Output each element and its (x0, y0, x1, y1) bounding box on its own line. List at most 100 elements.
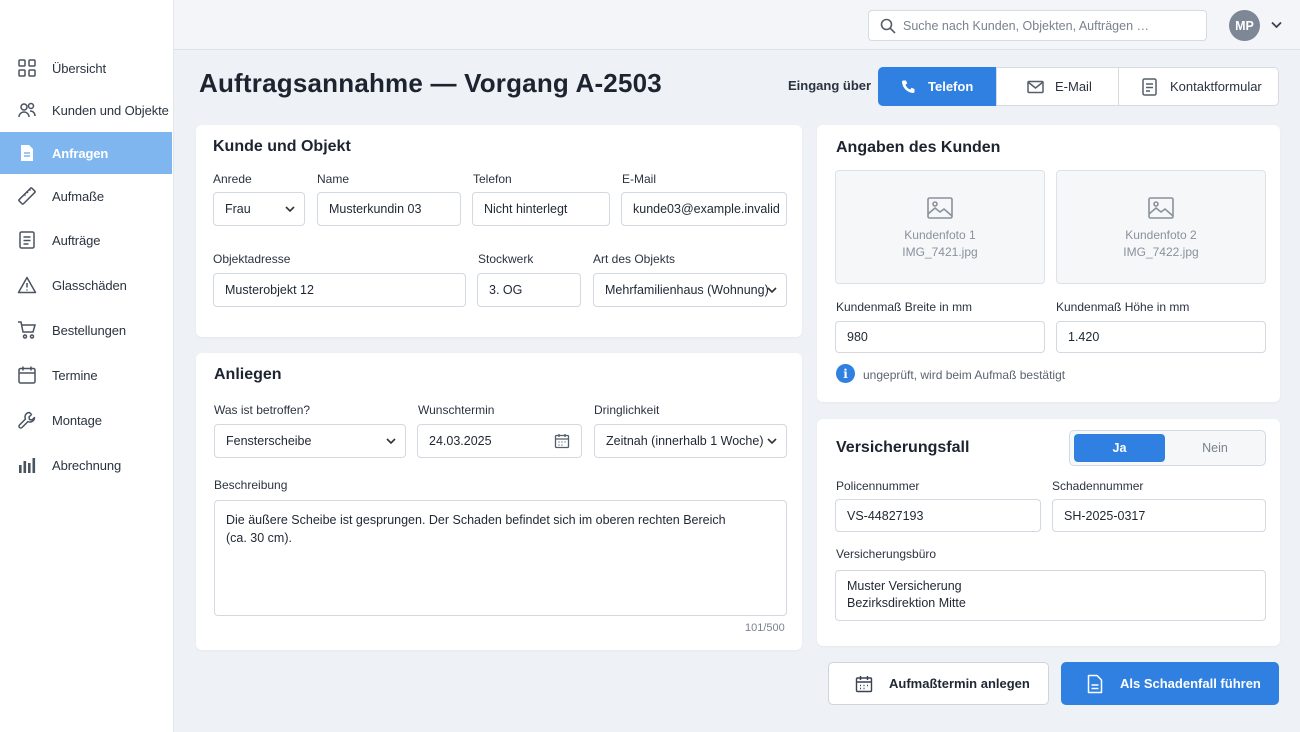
schaden-field[interactable]: SH-2025-0317 (1052, 499, 1266, 532)
grid-icon (18, 59, 36, 77)
schadenfall-label: Als Schadenfall führen (1120, 676, 1261, 691)
toggle-ja-button[interactable]: Ja (1074, 434, 1165, 462)
beschreibung-textarea[interactable]: Die äußere Scheibe ist gesprungen. Der S… (214, 500, 787, 616)
name-label: Name (317, 172, 350, 186)
anliegen-title: Anliegen (214, 366, 282, 383)
schadenfall-button[interactable]: Als Schadenfall führen (1061, 662, 1279, 705)
art-label: Art des Objekts (593, 252, 676, 266)
photo-filename: IMG_7421.jpg (902, 245, 978, 259)
channel-telefon-button[interactable]: Telefon (878, 67, 997, 106)
stockwerk-field[interactable]: 3. OG (477, 273, 581, 307)
name-field[interactable]: Musterkundin 03 (317, 192, 461, 226)
anrede-select[interactable]: Frau (213, 192, 305, 226)
sidebar-item-label: Anfragen (52, 145, 109, 161)
breite-label: Kundenmaß Breite in mm (836, 300, 973, 314)
phone-icon (901, 80, 915, 93)
channel-label-telefon: Telefon (928, 79, 974, 94)
stockwerk-label: Stockwerk (478, 252, 534, 266)
toggle-nein-button[interactable]: Nein (1169, 434, 1261, 462)
email-label: E-Mail (622, 172, 657, 186)
chevron-down-icon[interactable] (1271, 21, 1282, 29)
sidebar-item-label: Montage (52, 412, 102, 428)
photo-filename: IMG_7422.jpg (1123, 245, 1199, 259)
angaben-title: Angaben des Kunden (836, 139, 1001, 156)
measure-hint: ungeprüft, wird beim Aufmaß bestätigt (863, 368, 1066, 382)
page-title: Auftragsannahme — Vorgang A-2503 (199, 68, 662, 98)
adresse-field[interactable]: Musterobjekt 12 (213, 273, 466, 307)
sidebar: Übersicht Kunden und Objekte Anfragen Au… (0, 0, 174, 732)
sidebar-item-abrechnung[interactable]: Abrechnung (0, 444, 174, 486)
sidebar-item-bestellungen[interactable]: Bestellungen (0, 309, 174, 351)
dringlichkeit-select[interactable]: Zeitnah (innerhalb 1 Woche) (594, 424, 787, 458)
cart-icon (18, 321, 36, 339)
image-icon (1148, 197, 1174, 219)
mail-icon (1027, 80, 1044, 93)
sidebar-item-montage[interactable]: Montage (0, 399, 174, 441)
search-input[interactable] (903, 11, 1193, 40)
hoehe-field[interactable]: 1.420 (1056, 321, 1266, 353)
art-value: Mehrfamilienhaus (Wohnung) (605, 283, 769, 297)
users-icon (18, 102, 36, 118)
image-icon (927, 197, 953, 219)
chevron-down-icon (767, 287, 777, 293)
sidebar-item-glasschaeden[interactable]: Glasschäden (0, 264, 174, 306)
art-select[interactable]: Mehrfamilienhaus (Wohnung) (593, 273, 787, 307)
termin-label: Wunschtermin (418, 403, 495, 417)
insurance-toggle: Ja Nein (1069, 430, 1266, 466)
betroffen-label: Was ist betroffen? (214, 403, 311, 417)
sidebar-item-label: Aufmaße (52, 188, 105, 204)
breite-field[interactable]: 980 (835, 321, 1045, 353)
sidebar-item-aufmasse[interactable]: Aufmaße (0, 175, 174, 217)
sidebar-item-anfragen[interactable]: Anfragen (0, 132, 172, 174)
dringlichkeit-label: Dringlichkeit (594, 403, 660, 417)
police-field[interactable]: VS-44827193 (835, 499, 1041, 532)
sidebar-item-kunden[interactable]: Kunden und Objekte (0, 89, 174, 131)
customer-photo-2[interactable]: Kundenfoto 2 IMG_7422.jpg (1056, 170, 1266, 284)
beschreibung-label: Beschreibung (214, 478, 288, 492)
customer-photo-1[interactable]: Kundenfoto 1 IMG_7421.jpg (835, 170, 1045, 284)
info-icon: i (836, 364, 855, 383)
termin-field[interactable]: 24.03.2025 (417, 424, 582, 458)
calendar-icon (18, 366, 36, 384)
sidebar-item-label: Glasschäden (52, 277, 127, 293)
dringlichkeit-value: Zeitnah (innerhalb 1 Woche) (606, 434, 764, 448)
form-icon (1142, 77, 1157, 96)
buero-line: Muster Versicherung (847, 579, 962, 593)
betroffen-select[interactable]: Fensterscheibe (214, 424, 406, 458)
buero-field[interactable]: Muster Versicherung Bezirksdirektion Mit… (835, 570, 1266, 621)
beschreibung-line: (ca. 30 cm). (226, 531, 292, 545)
sidebar-item-uebersicht[interactable]: Übersicht (0, 47, 174, 89)
police-label: Policennummer (836, 479, 920, 493)
search-box[interactable] (868, 10, 1207, 41)
hoehe-label: Kundenmaß Höhe in mm (1056, 300, 1190, 314)
channel-email-button[interactable]: E-Mail (996, 67, 1119, 106)
aufmasstermin-button[interactable]: Aufmaßtermin anlegen (828, 662, 1049, 705)
sidebar-item-label: Bestellungen (52, 322, 126, 338)
email-field[interactable]: kunde03@example.invalid (621, 192, 787, 226)
sidebar-item-label: Termine (52, 367, 98, 383)
wrench-icon (18, 411, 36, 429)
sidebar-item-auftraege[interactable]: Aufträge (0, 219, 174, 261)
sidebar-item-label: Kunden und Objekte (52, 102, 169, 118)
sidebar-item-termine[interactable]: Termine (0, 354, 174, 396)
telefon-label: Telefon (473, 172, 512, 186)
adresse-label: Objektadresse (213, 252, 291, 266)
document-icon (1087, 674, 1103, 693)
calendar-icon (855, 675, 873, 692)
bar-chart-icon (19, 458, 36, 473)
channel-kontaktformular-button[interactable]: Kontaktformular (1118, 67, 1279, 106)
aufmasstermin-label: Aufmaßtermin anlegen (889, 676, 1030, 691)
buero-line: Bezirksdirektion Mitte (847, 596, 966, 610)
channel-label: Eingang über (788, 78, 872, 93)
avatar[interactable]: MP (1229, 10, 1260, 41)
calendar-icon[interactable] (554, 433, 570, 449)
anrede-value: Frau (225, 202, 251, 216)
betroffen-value: Fensterscheibe (226, 434, 312, 448)
buero-label: Versicherungsbüro (836, 547, 937, 561)
photo-title: Kundenfoto 1 (904, 228, 976, 242)
warning-icon (17, 276, 37, 294)
anrede-label: Anrede (213, 172, 252, 186)
document-icon (21, 145, 33, 161)
char-counter: 101/500 (745, 622, 785, 634)
telefon-field[interactable]: Nicht hinterlegt (472, 192, 610, 226)
